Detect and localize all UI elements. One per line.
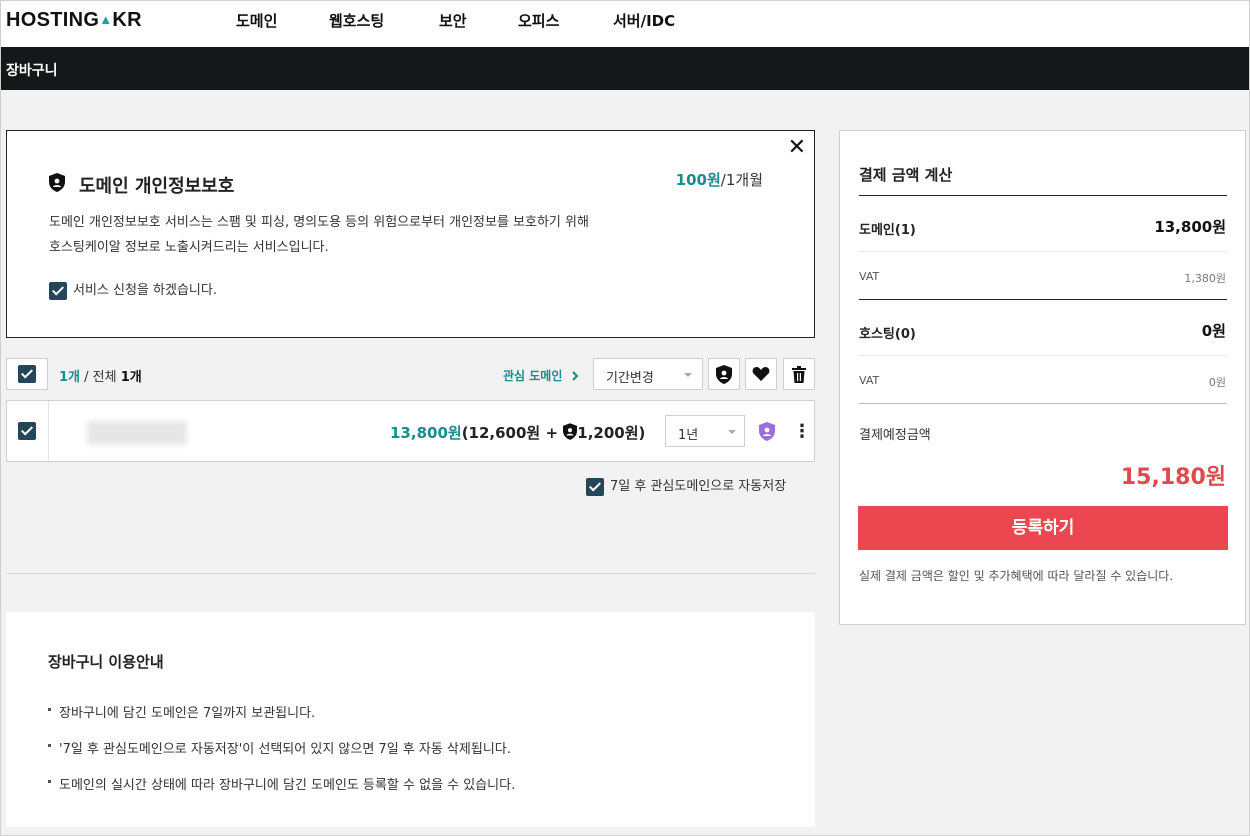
page-title: 장바구니 bbox=[6, 63, 58, 79]
check-icon[interactable] bbox=[586, 477, 604, 496]
domain-name-redacted bbox=[87, 421, 187, 445]
guide-title: 장바구니 이용안내 bbox=[48, 653, 164, 671]
period-select[interactable]: 1년 bbox=[665, 415, 745, 447]
chevron-right-icon bbox=[571, 371, 578, 381]
heart-icon bbox=[752, 367, 770, 381]
add-watch-button[interactable] bbox=[745, 358, 777, 390]
shield-icon bbox=[563, 423, 578, 440]
nav-webhosting[interactable]: 웹호스팅 bbox=[329, 10, 384, 31]
payment-summary-panel: 결제 금액 계산 도메인(1) 13,800원 VAT 1,380원 호스팅(0… bbox=[839, 130, 1246, 625]
privacy-shield-button[interactable] bbox=[708, 358, 740, 390]
divider bbox=[6, 573, 815, 574]
watch-domain-link[interactable]: 관심 도메인 bbox=[503, 367, 579, 384]
trash-icon bbox=[792, 365, 806, 383]
autosave-checkbox[interactable]: 7일 후 관심도메인으로 자동저장 bbox=[586, 475, 786, 496]
privacy-desc-line1: 도메인 개인정보보호 서비스는 스팸 및 피싱, 명의도용 등의 위험으로부터 … bbox=[49, 215, 589, 230]
nav-office[interactable]: 오피스 bbox=[518, 10, 559, 31]
row-checkbox[interactable] bbox=[7, 401, 49, 461]
shield-icon bbox=[49, 173, 65, 192]
privacy-description: 도메인 개인정보보호 서비스는 스팸 및 피싱, 명의도용 등의 위험으로부터 … bbox=[49, 210, 589, 260]
privacy-agree-label: 서비스 신청을 하겠습니다. bbox=[73, 283, 217, 298]
divider bbox=[859, 299, 1227, 300]
nav-server-idc[interactable]: 서버/IDC bbox=[613, 10, 675, 31]
delete-button[interactable] bbox=[783, 358, 815, 390]
hosting-vat-amount: 0원 bbox=[1208, 376, 1226, 389]
nav-domain[interactable]: 도메인 bbox=[236, 10, 277, 31]
guide-item: 도메인의 실시간 상태에 따라 장바구니에 담긴 도메인도 등록할 수 없을 수… bbox=[48, 774, 515, 793]
nav-security[interactable]: 보안 bbox=[439, 10, 467, 31]
shield-icon bbox=[716, 364, 732, 384]
domain-vat-amount: 1,380원 bbox=[1184, 272, 1226, 285]
autosave-label: 7일 후 관심도메인으로 자동저장 bbox=[610, 479, 787, 494]
hosting-count-label: 호스팅(0) bbox=[859, 327, 916, 342]
top-header: HOSTING▲KR 도메인 웹호스팅 보안 오피스 서버/IDC bbox=[1, 1, 1249, 47]
guide-item: '7일 후 관심도메인으로 자동저장'이 선택되어 있지 않으면 7일 후 자동… bbox=[48, 738, 511, 757]
check-icon[interactable] bbox=[49, 281, 67, 300]
hosting-amount: 0원 bbox=[1201, 322, 1226, 340]
domain-count-label: 도메인(1) bbox=[859, 223, 916, 238]
privacy-price: 100원/1개월 bbox=[675, 171, 763, 189]
more-vertical-icon[interactable]: ⋮ bbox=[793, 421, 811, 442]
cart-domain-row: 13,800원(12,600원 + 1,200원) 1년 ⋮ bbox=[6, 400, 815, 462]
payment-note: 실제 결제 금액은 할인 및 추가혜택에 따라 달라질 수 있습니다. bbox=[859, 569, 1174, 583]
check-icon[interactable] bbox=[18, 422, 36, 440]
hosting-kr-logo[interactable]: HOSTING▲KR bbox=[6, 9, 142, 32]
privacy-agree-checkbox[interactable]: 서비스 신청을 하겠습니다. bbox=[49, 279, 217, 300]
divider bbox=[859, 355, 1227, 356]
chevron-down-icon bbox=[684, 373, 692, 381]
domain-vat-label: VAT bbox=[859, 270, 880, 283]
domain-amount: 13,800원 bbox=[1154, 218, 1226, 236]
privacy-protection-panel: ✕ 도메인 개인정보보호 100원/1개월 도메인 개인정보보호 서비스는 스팸… bbox=[6, 130, 815, 338]
divider bbox=[859, 251, 1227, 252]
planned-payment-label: 결제예정금액 bbox=[859, 428, 931, 443]
hosting-vat-label: VAT bbox=[859, 374, 880, 387]
divider bbox=[859, 403, 1227, 404]
row-pricing: 13,800원(12,600원 + 1,200원) bbox=[390, 423, 646, 442]
privacy-title: 도메인 개인정보보호 bbox=[79, 176, 235, 197]
divider bbox=[859, 195, 1227, 196]
cart-guide-panel: 장바구니 이용안내 장바구니에 담긴 도메인은 7일까지 보관됩니다. '7일 … bbox=[6, 612, 815, 827]
check-icon[interactable] bbox=[18, 365, 36, 383]
guide-item: 장바구니에 담긴 도메인은 7일까지 보관됩니다. bbox=[48, 702, 315, 721]
total-amount: 15,180원 bbox=[1120, 465, 1226, 490]
chevron-down-icon bbox=[728, 430, 736, 438]
register-button[interactable]: 등록하기 bbox=[858, 506, 1228, 550]
period-change-select[interactable]: 기간변경 bbox=[593, 358, 703, 390]
selection-count: 1개 / 전체 1개 bbox=[59, 370, 142, 385]
privacy-desc-line2: 호스팅케이알 정보로 노출시켜드리는 서비스입니다. bbox=[49, 240, 329, 255]
select-all-checkbox[interactable] bbox=[6, 358, 48, 390]
shield-user-icon[interactable] bbox=[759, 422, 775, 441]
page-title-bar: 장바구니 bbox=[1, 47, 1249, 90]
summary-title: 결제 금액 계산 bbox=[859, 166, 953, 184]
close-icon[interactable]: ✕ bbox=[788, 135, 806, 160]
